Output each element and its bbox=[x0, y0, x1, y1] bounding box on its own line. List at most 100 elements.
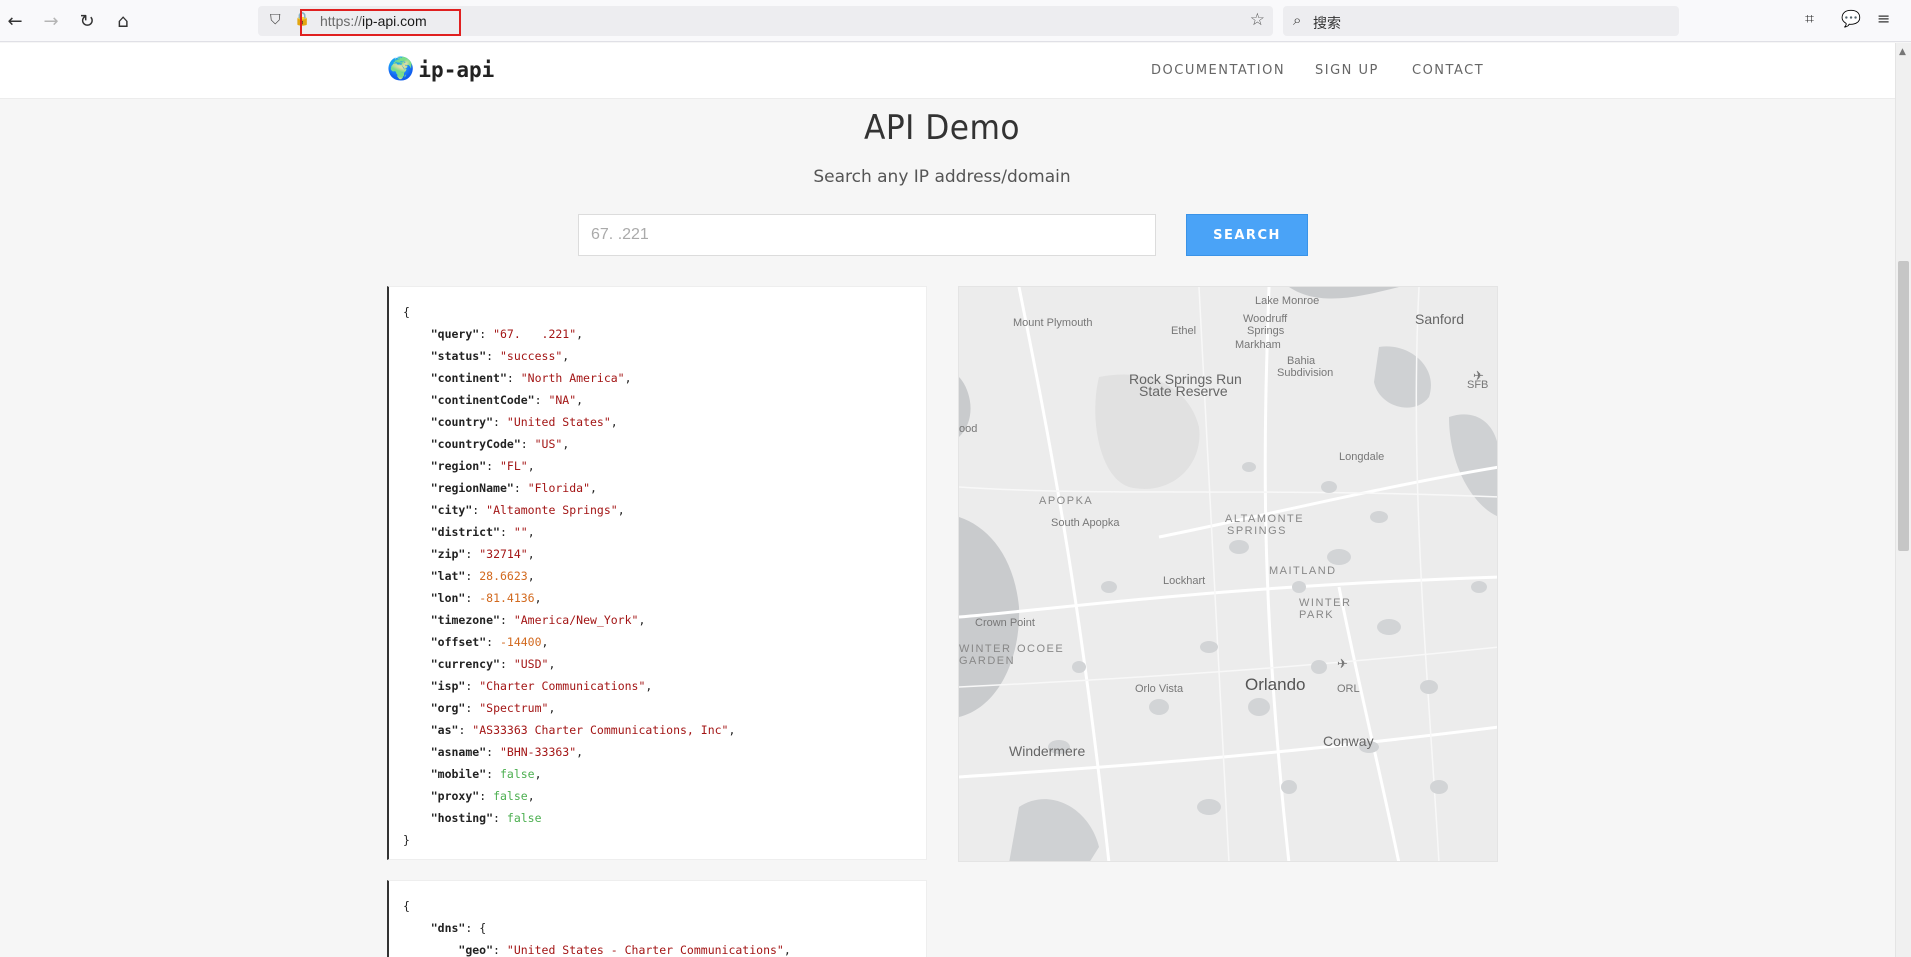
search-button[interactable]: SEARCH bbox=[1186, 214, 1308, 256]
json-row: "district": "", bbox=[430, 525, 535, 539]
map-place-label: State Reserve bbox=[1139, 383, 1228, 399]
json-value: -81.4136 bbox=[479, 591, 535, 605]
json-key: mobile bbox=[437, 767, 480, 781]
airport-icon: ✈ bbox=[1473, 369, 1484, 384]
ip-input-value: 67. .221 bbox=[591, 226, 649, 243]
search-placeholder: 搜索 bbox=[1313, 16, 1341, 32]
json-key: region bbox=[437, 459, 480, 473]
map-place-label: South Apopka bbox=[1051, 517, 1120, 529]
map-place-label: GARDEN bbox=[959, 655, 1016, 667]
screenshot-crop-icon[interactable]: ⌗ bbox=[1805, 9, 1814, 29]
map-place-label: Lockhart bbox=[1163, 575, 1206, 587]
json-row: "countryCode": "US", bbox=[430, 437, 570, 451]
json-quote: " bbox=[430, 811, 438, 825]
json-quote: " bbox=[479, 745, 487, 759]
json-quote: " bbox=[479, 767, 487, 781]
json-row: "city": "Altamonte Springs", bbox=[430, 503, 625, 517]
json-key: hosting bbox=[437, 811, 487, 825]
map-place-label: Ethel bbox=[1171, 325, 1197, 337]
json-value: false bbox=[506, 811, 542, 825]
json-key: query bbox=[437, 327, 473, 341]
json-row: "status": "success", bbox=[430, 349, 570, 363]
json-key-geo: "geo" bbox=[458, 943, 494, 957]
logo-text: ip-api bbox=[418, 57, 495, 82]
json-quote: " bbox=[465, 503, 473, 517]
json-value: "" bbox=[513, 525, 528, 539]
json-quote: " bbox=[458, 569, 466, 583]
chat-bubble-icon[interactable]: 💬 bbox=[1841, 9, 1861, 28]
json-row: "regionName": "Florida", bbox=[430, 481, 597, 495]
json-quote: " bbox=[479, 635, 487, 649]
json-row: "isp": "Charter Communications", bbox=[430, 679, 653, 693]
json-quote: " bbox=[499, 371, 507, 385]
json-key: continent bbox=[437, 371, 500, 385]
map-place-label: ood bbox=[959, 423, 978, 435]
page-title: API Demo bbox=[863, 108, 1021, 148]
menu-icon[interactable]: ≡ bbox=[1877, 9, 1890, 28]
scroll-up-icon[interactable]: ▲ bbox=[1899, 47, 1906, 57]
json-quote: " bbox=[430, 569, 438, 583]
map-place-label: SPRINGS bbox=[1227, 525, 1288, 537]
nav-sign-up[interactable]: SIGN UP bbox=[1315, 63, 1379, 78]
json-key: org bbox=[437, 701, 459, 715]
json-value: "NA" bbox=[548, 393, 577, 407]
json-quote: " bbox=[527, 393, 535, 407]
map-place-label: MAITLAND bbox=[1269, 565, 1337, 577]
map-place-label: PARK bbox=[1299, 609, 1335, 621]
json-brace-open: { bbox=[403, 305, 410, 319]
reload-icon[interactable]: ↻ bbox=[74, 8, 100, 34]
page-subtitle: Search any IP address/domain bbox=[813, 167, 1071, 187]
json-key: timezone bbox=[437, 613, 494, 627]
shield-icon[interactable]: ⛉ bbox=[270, 12, 281, 28]
json-value-geo: "United States - Charter Communications" bbox=[506, 943, 784, 957]
json-quote: " bbox=[472, 789, 480, 803]
json-key: lat bbox=[437, 569, 459, 583]
json-value: "North America" bbox=[520, 371, 625, 385]
json-key: currency bbox=[437, 657, 494, 671]
nav-contact[interactable]: CONTACT bbox=[1412, 63, 1484, 78]
json-key: as bbox=[437, 723, 452, 737]
json-quote: " bbox=[430, 393, 438, 407]
search-bar[interactable]: ⌕ 搜索 bbox=[1283, 6, 1679, 36]
json-quote: " bbox=[479, 349, 487, 363]
forward-arrow-icon[interactable]: → bbox=[38, 8, 64, 34]
json-value: -14400 bbox=[499, 635, 542, 649]
map-place-label: Bahia bbox=[1287, 355, 1316, 367]
geo-key-text: geo bbox=[465, 943, 487, 957]
json-quote: " bbox=[486, 811, 494, 825]
ip-search-input[interactable]: 67. .221 bbox=[578, 214, 1156, 256]
location-map[interactable]: Lake Monroe Sanford Woodruff Springs Mount P… bbox=[958, 286, 1498, 862]
map-place-label: Markham bbox=[1235, 339, 1281, 351]
json-quote: " bbox=[430, 657, 438, 671]
json-row: "proxy": false, bbox=[430, 789, 535, 803]
site-header: 🌍 ip-api DOCUMENTATION SIGN UP CONTACT bbox=[0, 43, 1895, 99]
web-page: 🌍 ip-api DOCUMENTATION SIGN UP CONTACT A… bbox=[0, 43, 1895, 957]
json-row: "zip": "32714", bbox=[430, 547, 535, 561]
map-place-label: Sanford bbox=[1415, 311, 1465, 327]
json-quote: " bbox=[493, 613, 500, 627]
map-place-label: Conway bbox=[1323, 733, 1374, 749]
json-quote: " bbox=[506, 481, 514, 495]
json-key: regionName bbox=[437, 481, 507, 495]
json-row: "asname": "BHN-33363", bbox=[430, 745, 584, 759]
json-value: "Charter Communications" bbox=[479, 679, 646, 693]
back-arrow-icon[interactable]: ← bbox=[2, 8, 28, 34]
bookmark-star-icon[interactable]: ☆ bbox=[1250, 10, 1265, 30]
json-quote: " bbox=[430, 679, 438, 693]
json-quote: " bbox=[430, 591, 438, 605]
scrollbar-thumb[interactable] bbox=[1898, 261, 1909, 551]
search-icon: ⌕ bbox=[1293, 11, 1302, 29]
home-icon[interactable]: ⌂ bbox=[110, 8, 136, 34]
page-scrollbar[interactable]: ▲ bbox=[1895, 43, 1911, 957]
json-quote: " bbox=[430, 503, 438, 517]
airport-icon: ✈ bbox=[1337, 657, 1348, 672]
json-row: "query": "67. .221", bbox=[430, 327, 584, 341]
json-row: "org": "Spectrum", bbox=[430, 701, 556, 715]
nav-documentation[interactable]: DOCUMENTATION bbox=[1151, 63, 1285, 78]
site-logo[interactable]: 🌍 ip-api bbox=[387, 57, 494, 82]
json-value: "32714" bbox=[479, 547, 528, 561]
json-value: "USD" bbox=[513, 657, 549, 671]
json-quote: " bbox=[430, 723, 438, 737]
json-quote: " bbox=[493, 525, 500, 539]
json-row: "continentCode": "NA", bbox=[430, 393, 584, 407]
